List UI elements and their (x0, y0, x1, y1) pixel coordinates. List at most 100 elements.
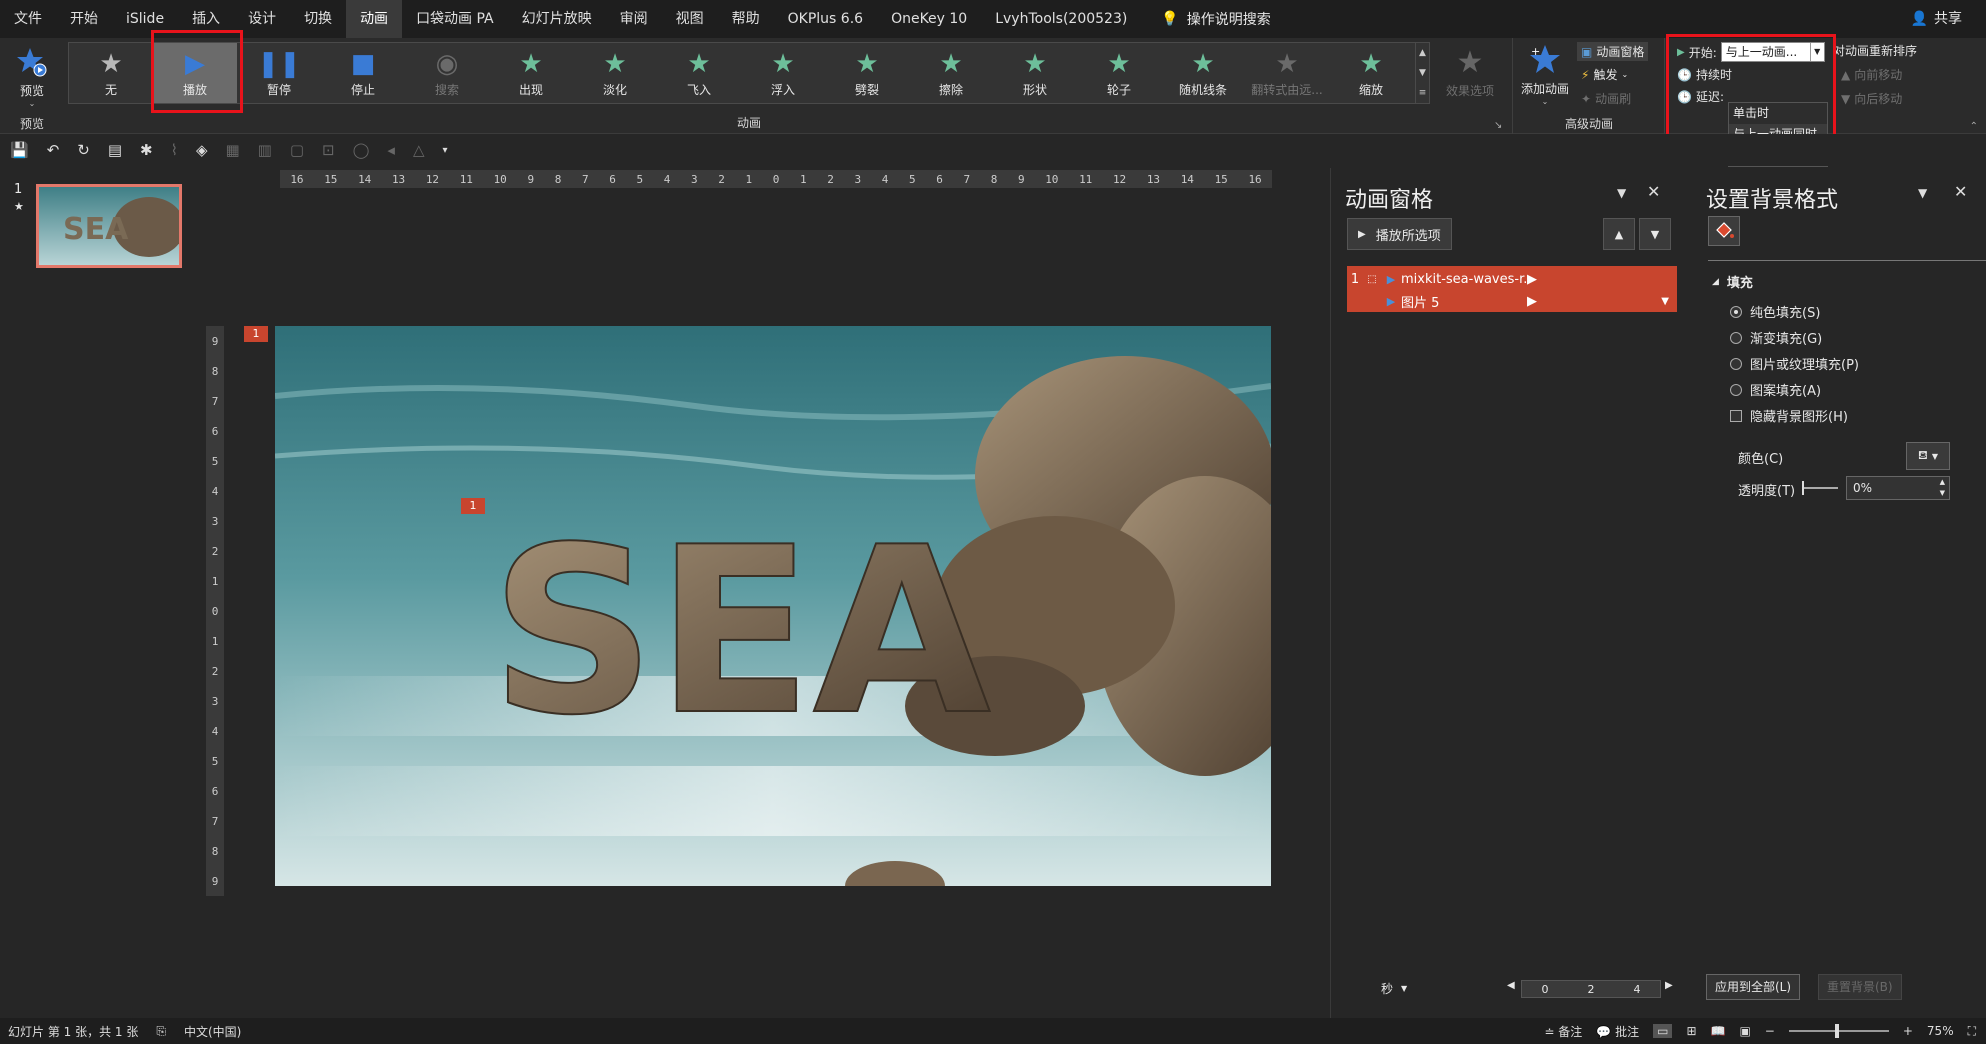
trigger-button[interactable]: ⚡ 触发 ⌄ (1581, 66, 1628, 83)
play-selected-button[interactable]: ▶ 播放所选项 (1347, 218, 1452, 250)
gallery-item-15[interactable]: ★ 缩放 (1329, 43, 1413, 103)
format-icon[interactable]: ◈ (196, 141, 208, 159)
scroll-down-icon[interactable]: ▼ (1419, 68, 1426, 78)
reset-background-button[interactable]: 重置背景(B) (1818, 974, 1902, 1000)
checkbox[interactable] (1730, 409, 1742, 422)
zoom-out-icon[interactable]: − (1765, 1024, 1775, 1038)
gallery-item-10[interactable]: ★ 擦除 (909, 43, 993, 103)
fit-slide-icon[interactable]: ⛶ (1968, 1024, 1976, 1039)
share-button[interactable]: 👤 共享 (1911, 0, 1962, 38)
hide-bg-graphics-checkbox[interactable]: 隐藏背景图形(H) (1730, 406, 1848, 425)
gallery-item-6[interactable]: ★ 淡化 (573, 43, 657, 103)
tell-me-search[interactable]: 💡 操作说明搜索 (1141, 9, 1270, 29)
shape-icon[interactable]: ◯ (353, 141, 370, 159)
slideshow-icon[interactable]: ▣ (1739, 1024, 1750, 1038)
seconds-dropdown[interactable]: 秒 ▼ (1381, 980, 1407, 997)
fill-option-0[interactable]: 纯色填充(S) (1730, 302, 1820, 321)
gallery-item-2[interactable]: ❚❚ 暂停 (237, 43, 321, 103)
menu-item-14[interactable]: LvyhTools(200523) (981, 0, 1141, 38)
zoom-thumb[interactable] (1834, 1024, 1839, 1038)
group-icon[interactable]: ▢ (290, 141, 304, 159)
gallery-item-13[interactable]: ★ 随机线条 (1161, 43, 1245, 103)
gallery-item-11[interactable]: ★ 形状 (993, 43, 1077, 103)
align-icon[interactable]: ▦ (225, 141, 239, 159)
fill-section-header[interactable]: ◢ 填充 (1712, 272, 1753, 291)
radio-button[interactable] (1730, 331, 1742, 344)
menu-item-10[interactable]: 视图 (662, 0, 718, 38)
layout-icon[interactable]: ▤ (108, 141, 122, 159)
gallery-scroll[interactable]: ▲ ▼ ≡ (1415, 43, 1429, 103)
menu-item-8[interactable]: 幻灯片放映 (508, 0, 606, 38)
reading-view-icon[interactable]: 📖 (1711, 1024, 1726, 1038)
gallery-item-5[interactable]: ★ 出现 (489, 43, 573, 103)
close-icon[interactable]: ✕ (1954, 182, 1967, 201)
pane-options-icon[interactable]: ▼ (1918, 186, 1927, 200)
gallery-item-7[interactable]: ★ 飞入 (657, 43, 741, 103)
slider-thumb[interactable] (1802, 481, 1804, 495)
customize-qat-icon[interactable]: ▾ (443, 145, 448, 156)
distribute-icon[interactable]: ▥ (258, 141, 272, 159)
animation-tag-inner[interactable]: 1 (461, 498, 485, 514)
menu-item-9[interactable]: 审阅 (606, 0, 662, 38)
notes-button[interactable]: ≐ 备注 (1544, 1023, 1582, 1040)
apply-to-all-button[interactable]: 应用到全部(L) (1706, 974, 1801, 1000)
crop-icon[interactable]: ⊡ (322, 141, 335, 159)
gallery-item-12[interactable]: ★ 轮子 (1077, 43, 1161, 103)
zoom-slider[interactable] (1788, 1024, 1889, 1038)
gallery-item-0[interactable]: ★ 无 (69, 43, 153, 103)
slide-sorter-icon[interactable]: ⊞ (1686, 1024, 1696, 1038)
comments-button[interactable]: 💬 批注 (1596, 1023, 1639, 1040)
move-down-button[interactable]: ▼ (1639, 218, 1671, 250)
gallery-item-9[interactable]: ★ 劈裂 (825, 43, 909, 103)
gallery-item-4[interactable]: ◉ 搜索 (405, 43, 489, 103)
effect-options-button[interactable]: ★ 效果选项 (1432, 42, 1508, 99)
menu-item-7[interactable]: 口袋动画 PA (402, 0, 508, 38)
normal-view-icon[interactable]: ▭ (1653, 1024, 1673, 1038)
spinner-icon[interactable]: ▲ ▼ (1940, 477, 1945, 499)
menu-item-0[interactable]: 文件 (0, 0, 56, 38)
brush-icon[interactable]: ⌇ (171, 141, 178, 159)
fill-option-2[interactable]: 图片或纹理填充(P) (1730, 354, 1859, 373)
transparency-slider[interactable] (1802, 481, 1838, 495)
slide-thumbnail[interactable]: SEA (36, 184, 182, 268)
slide-sea-text[interactable]: SEA (489, 498, 992, 767)
timeline-left-icon[interactable]: ◀ (1507, 980, 1515, 991)
fill-option-1[interactable]: 渐变填充(G) (1730, 328, 1822, 347)
animation-list-item[interactable]: ▶ 图片 5 ▶ ▼ (1347, 290, 1677, 312)
collapse-ribbon-icon[interactable]: ⌃ (1970, 121, 1978, 132)
slide-canvas[interactable]: SEA 1 (275, 326, 1271, 886)
save-icon[interactable]: 💾 (10, 141, 29, 159)
mirror-icon[interactable]: ◂ (387, 141, 395, 159)
menu-item-12[interactable]: OKPlus 6.6 (774, 0, 877, 38)
language-indicator[interactable]: 中文(中国) (184, 1023, 241, 1040)
redo-icon[interactable]: ↻ (77, 141, 90, 159)
transparency-input[interactable]: 0% ▲ ▼ (1846, 476, 1950, 500)
preview-button[interactable]: 预览 ⌄ (8, 42, 56, 108)
color-picker-button[interactable]: ⛾ ▼ (1906, 442, 1950, 470)
radio-button[interactable] (1730, 357, 1742, 370)
gallery-item-3[interactable]: ■ 停止 (321, 43, 405, 103)
menu-item-13[interactable]: OneKey 10 (877, 0, 981, 38)
gallery-item-8[interactable]: ★ 浮入 (741, 43, 825, 103)
animation-list-item[interactable]: 1 ⬚ ▶ mixkit-sea-waves-r... ▶ (1347, 268, 1677, 290)
zoom-level[interactable]: 75% (1927, 1024, 1954, 1038)
radio-button[interactable] (1730, 305, 1742, 318)
accessibility-icon[interactable]: ⎘ (156, 1024, 166, 1039)
gallery-more-icon[interactable]: ≡ (1419, 88, 1427, 98)
animation-pane-button[interactable]: ▣ 动画窗格 (1577, 42, 1649, 61)
move-earlier-button[interactable]: ▲ 向前移动 (1841, 66, 1902, 83)
gallery-item-14[interactable]: ★ 翻转式由远... (1245, 43, 1329, 103)
move-up-button[interactable]: ▲ (1603, 218, 1635, 250)
timeline-ruler[interactable]: 0 2 4 (1521, 980, 1661, 998)
scroll-up-icon[interactable]: ▲ (1419, 48, 1426, 58)
radio-button[interactable] (1730, 383, 1742, 396)
undo-icon[interactable]: ↶ (47, 141, 60, 159)
chevron-down-icon[interactable]: ▼ (1661, 296, 1669, 307)
dialog-launcher-icon[interactable]: ↘ (1494, 120, 1502, 131)
pane-options-icon[interactable]: ▼ (1617, 186, 1626, 200)
menu-item-6[interactable]: 动画 (346, 0, 403, 38)
timeline-right-icon[interactable]: ▶ (1665, 980, 1673, 991)
triangle-icon[interactable]: △ (413, 141, 425, 159)
animation-painter-button[interactable]: ✦ 动画刷 (1581, 90, 1631, 107)
menu-item-5[interactable]: 切换 (290, 0, 346, 38)
